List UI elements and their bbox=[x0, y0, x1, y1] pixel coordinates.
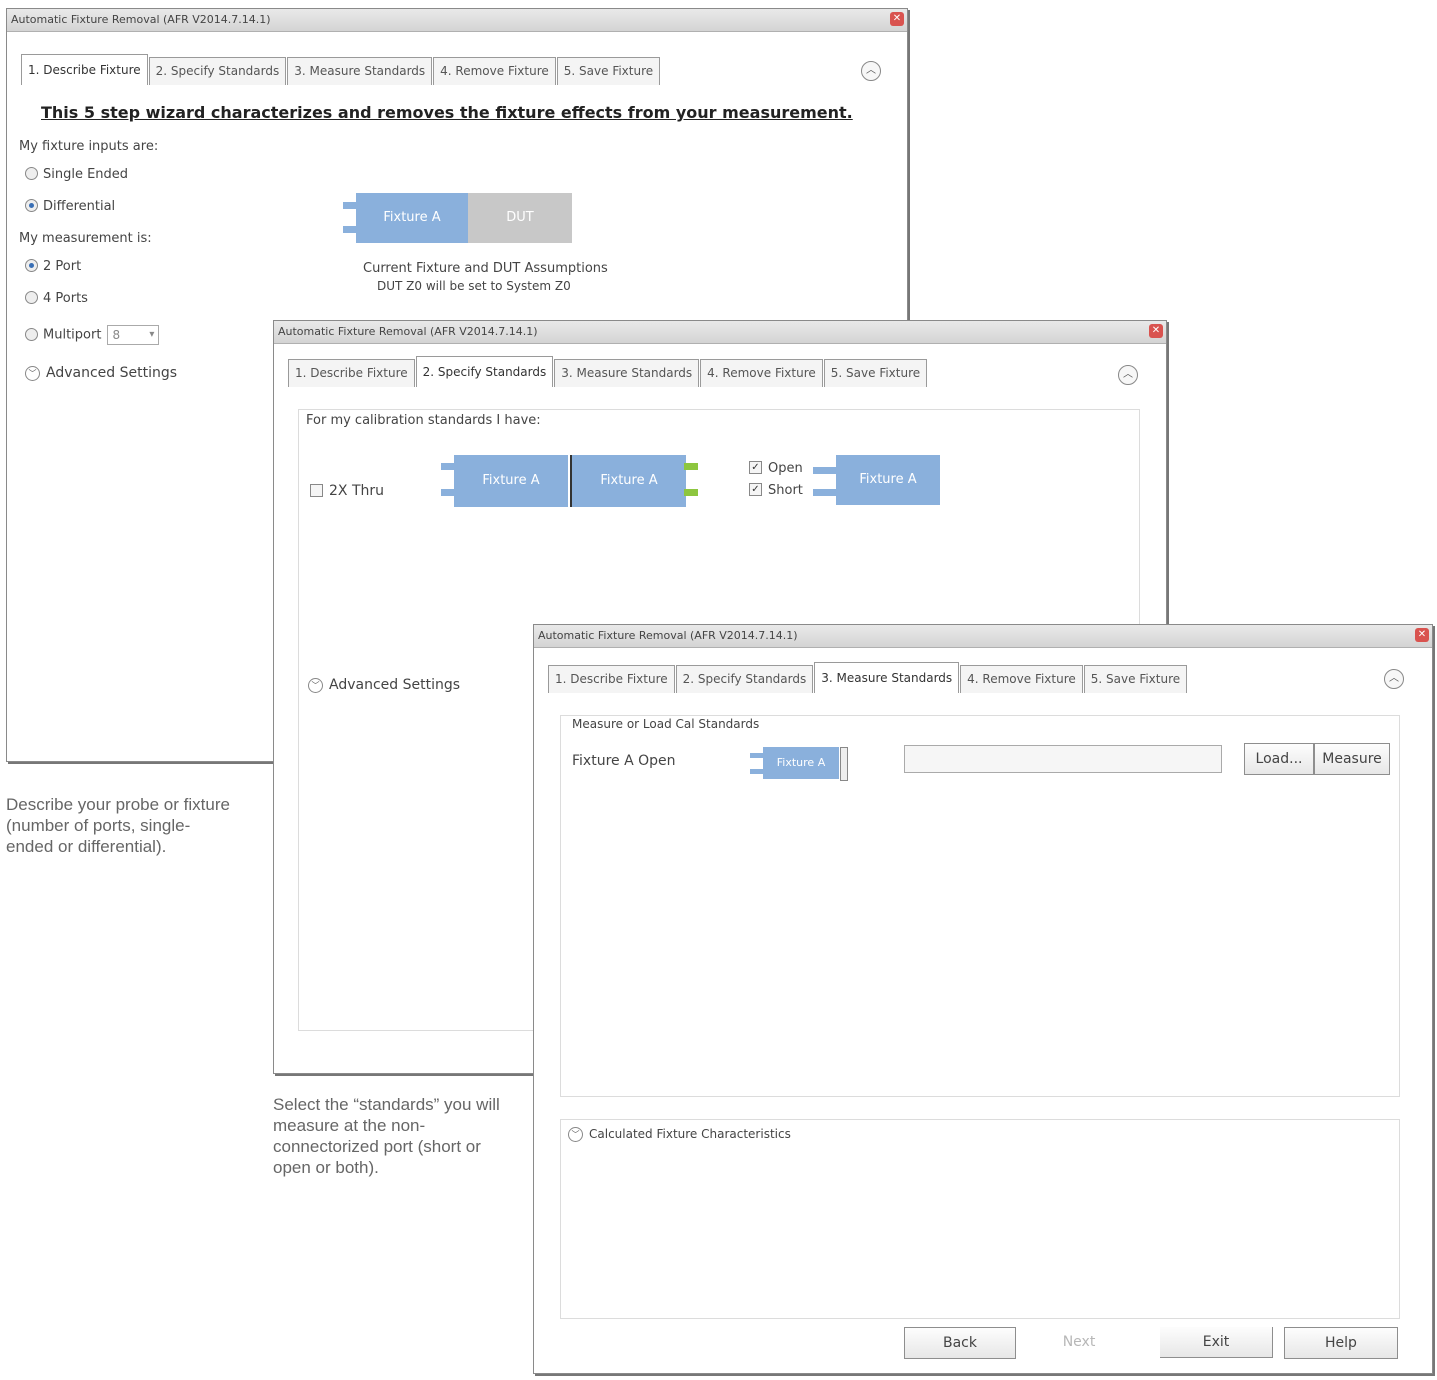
tab-bar: 1. Describe Fixture 2. Specify Standards… bbox=[21, 54, 661, 85]
radio-multiport[interactable]: Multiport 8 bbox=[25, 325, 160, 345]
window-title-bar: Automatic Fixture Removal (AFR V2014.7.1… bbox=[7, 9, 907, 32]
window-title-bar: Automatic Fixture Removal (AFR V2014.7.1… bbox=[274, 321, 1166, 344]
exit-button[interactable]: Exit bbox=[1160, 1327, 1273, 1358]
checkbox[interactable] bbox=[310, 483, 323, 497]
radio-button[interactable] bbox=[25, 327, 38, 341]
calculated-characteristics-toggle[interactable]: ﹀ Calculated Fixture Characteristics bbox=[568, 1127, 791, 1142]
advanced-settings-toggle[interactable]: ﹀ Advanced Settings bbox=[308, 677, 460, 693]
collapse-up-icon[interactable]: ︿ bbox=[1384, 669, 1404, 689]
assumptions-title: Current Fixture and DUT Assumptions bbox=[363, 261, 608, 276]
tab-describe-fixture[interactable]: 1. Describe Fixture bbox=[288, 359, 415, 387]
radio-4-ports[interactable]: 4 Ports bbox=[25, 291, 88, 306]
fixture-a-block: Fixture A bbox=[356, 193, 468, 243]
tab-measure-standards[interactable]: 3. Measure Standards bbox=[554, 359, 700, 387]
port-connector-open bbox=[684, 489, 698, 496]
fixture-a-block-single: Fixture A bbox=[836, 455, 940, 505]
tab-describe-fixture[interactable]: 1. Describe Fixture bbox=[21, 54, 148, 85]
radio-button-selected[interactable] bbox=[25, 259, 38, 272]
fixture-inputs-label: My fixture inputs are: bbox=[19, 139, 159, 154]
next-button[interactable]: Next bbox=[1024, 1327, 1134, 1357]
load-button[interactable]: Load... bbox=[1244, 743, 1314, 775]
window-title: Automatic Fixture Removal (AFR V2014.7.1… bbox=[538, 629, 798, 642]
radio-single-ended[interactable]: Single Ended bbox=[25, 167, 128, 182]
assumptions-note: DUT Z0 will be set to System Z0 bbox=[377, 279, 571, 293]
caption-describe: Describe your probe or fixture (number o… bbox=[6, 795, 230, 856]
checkbox-open[interactable]: ✓ Open bbox=[749, 461, 803, 476]
tab-bar: 1. Describe Fixture 2. Specify Standards… bbox=[288, 356, 928, 387]
advanced-settings-toggle[interactable]: ﹀ Advanced Settings bbox=[25, 365, 177, 381]
radio-button-selected[interactable] bbox=[25, 199, 38, 212]
checkbox-2x-thru[interactable]: 2X Thru bbox=[310, 483, 384, 499]
tab-measure-standards[interactable]: 3. Measure Standards bbox=[287, 57, 433, 85]
port-connector bbox=[441, 489, 455, 496]
help-button[interactable]: Help bbox=[1284, 1327, 1398, 1359]
tab-save-fixture[interactable]: 5. Save Fixture bbox=[1083, 665, 1188, 693]
fixture-a-open-label: Fixture A Open bbox=[572, 753, 676, 769]
port-connector bbox=[343, 226, 357, 233]
radio-differential[interactable]: Differential bbox=[25, 199, 115, 214]
window-title-bar: Automatic Fixture Removal (AFR V2014.7.1… bbox=[534, 625, 1432, 648]
fixture-a-mini-block: Fixture A bbox=[763, 747, 839, 779]
tab-describe-fixture[interactable]: 1. Describe Fixture bbox=[548, 665, 675, 693]
close-icon[interactable]: ✕ bbox=[1415, 628, 1429, 642]
port-connector bbox=[343, 202, 357, 209]
checkbox-checked[interactable]: ✓ bbox=[749, 483, 762, 496]
tab-remove-fixture[interactable]: 4. Remove Fixture bbox=[960, 665, 1083, 693]
open-standard-icon bbox=[840, 747, 848, 781]
tab-remove-fixture[interactable]: 4. Remove Fixture bbox=[433, 57, 556, 85]
window-body: 1. Describe Fixture 2. Specify Standards… bbox=[540, 653, 1426, 1367]
tab-specify-standards[interactable]: 2. Specify Standards bbox=[148, 57, 287, 85]
measurement-label: My measurement is: bbox=[19, 231, 152, 246]
port-connector bbox=[441, 463, 455, 470]
checkbox-checked[interactable]: ✓ bbox=[749, 461, 762, 474]
checkbox-short[interactable]: ✓ Short bbox=[749, 483, 803, 498]
window-title: Automatic Fixture Removal (AFR V2014.7.1… bbox=[278, 325, 538, 338]
chevron-down-icon[interactable]: ﹀ bbox=[308, 677, 323, 693]
tab-measure-standards[interactable]: 3. Measure Standards bbox=[814, 662, 960, 693]
dut-block: DUT bbox=[468, 193, 572, 243]
radio-button[interactable] bbox=[25, 291, 38, 304]
collapse-up-icon[interactable]: ︿ bbox=[861, 61, 881, 81]
tab-save-fixture[interactable]: 5. Save Fixture bbox=[556, 57, 661, 85]
multiport-select[interactable]: 8 bbox=[107, 325, 160, 345]
port-connector bbox=[750, 769, 764, 774]
chevron-down-icon[interactable]: ﹀ bbox=[25, 365, 40, 381]
close-icon[interactable]: ✕ bbox=[1149, 324, 1163, 338]
fixture-a-block-right: Fixture A bbox=[570, 455, 686, 507]
port-connector bbox=[813, 489, 837, 496]
radio-button[interactable] bbox=[25, 167, 38, 180]
tab-save-fixture[interactable]: 5. Save Fixture bbox=[823, 359, 928, 387]
measure-button[interactable]: Measure bbox=[1314, 743, 1390, 775]
calibration-standards-label: For my calibration standards I have: bbox=[306, 413, 541, 428]
standard-file-field[interactable] bbox=[904, 745, 1222, 773]
caption-standards: Select the “standards” you will measure … bbox=[273, 1095, 500, 1177]
measure-section-label: Measure or Load Cal Standards bbox=[572, 717, 760, 731]
port-connector bbox=[813, 467, 837, 474]
wizard-headline: This 5 step wizard characterizes and rem… bbox=[41, 103, 853, 122]
collapse-up-icon[interactable]: ︿ bbox=[1118, 365, 1138, 385]
radio-2-port[interactable]: 2 Port bbox=[25, 259, 81, 274]
tab-remove-fixture[interactable]: 4. Remove Fixture bbox=[700, 359, 823, 387]
port-connector bbox=[750, 753, 764, 758]
close-icon[interactable]: ✕ bbox=[890, 12, 904, 26]
tab-specify-standards[interactable]: 2. Specify Standards bbox=[675, 665, 814, 693]
port-connector-open bbox=[684, 463, 698, 470]
back-button[interactable]: Back bbox=[904, 1327, 1016, 1359]
tab-specify-standards[interactable]: 2. Specify Standards bbox=[415, 356, 554, 387]
wizard-window-measure: Automatic Fixture Removal (AFR V2014.7.1… bbox=[533, 624, 1433, 1374]
tab-bar: 1. Describe Fixture 2. Specify Standards… bbox=[548, 662, 1188, 693]
chevron-down-icon[interactable]: ﹀ bbox=[568, 1127, 583, 1142]
window-title: Automatic Fixture Removal (AFR V2014.7.1… bbox=[11, 13, 271, 26]
fixture-a-block-left: Fixture A bbox=[454, 455, 568, 507]
calculated-characteristics-pane bbox=[560, 1119, 1400, 1319]
